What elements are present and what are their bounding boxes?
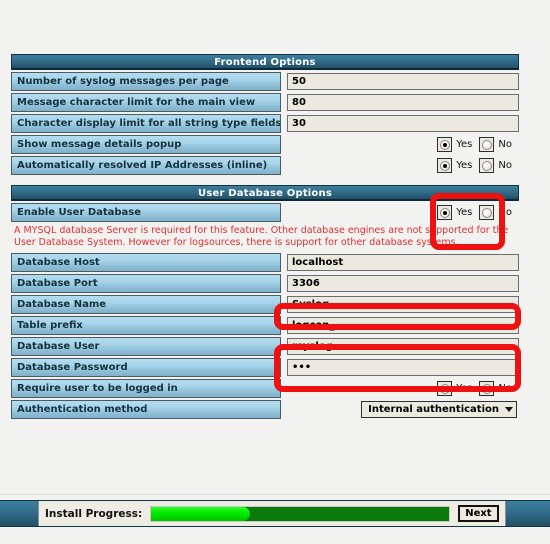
radio-label-yes: Yes	[456, 383, 473, 394]
install-progress-panel: Install Progress: Next	[38, 501, 506, 526]
row-string-display-limit: Character display limit for all string t…	[11, 114, 519, 133]
radio-auto-resolve-ip-yes[interactable]	[437, 158, 453, 173]
label-database-user: Database User	[11, 337, 281, 356]
input-database-name[interactable]	[287, 296, 519, 313]
value-database-port	[281, 274, 519, 293]
radio-enable-user-database-no[interactable]	[479, 205, 495, 220]
value-database-password	[281, 358, 519, 377]
row-database-port: Database Port	[11, 274, 519, 293]
radio-dot-icon	[439, 383, 450, 394]
row-require-login: Require user to be logged in Yes No	[11, 379, 519, 398]
radio-dot-icon	[481, 383, 492, 394]
radio-group-enable-user-database: Yes No	[287, 205, 519, 220]
input-database-user[interactable]	[287, 338, 519, 355]
radio-require-login-yes[interactable]	[437, 381, 453, 396]
input-database-port[interactable]	[287, 275, 519, 292]
install-progress-fill	[151, 506, 250, 521]
row-database-password: Database Password	[11, 358, 519, 377]
label-require-login: Require user to be logged in	[11, 379, 281, 398]
radio-dot-icon	[439, 160, 450, 171]
input-table-prefix[interactable]	[287, 317, 519, 334]
select-authentication-method-value: Internal authentication	[368, 404, 499, 415]
label-string-display-limit: Character display limit for all string t…	[11, 114, 281, 133]
radio-dot-icon	[481, 160, 492, 171]
value-messages-per-page	[281, 72, 519, 91]
value-enable-user-database: Yes No	[281, 203, 519, 222]
radio-group-show-message-details-popup: Yes No	[287, 137, 519, 152]
label-messages-per-page: Number of syslog messages per page	[11, 72, 281, 91]
row-database-user: Database User	[11, 337, 519, 356]
radio-require-login-no[interactable]	[479, 381, 495, 396]
value-require-login: Yes No	[281, 379, 519, 398]
radio-label-no: No	[498, 160, 512, 171]
options-form: Frontend Options Number of syslog messag…	[11, 54, 519, 421]
value-authentication-method: Internal authentication	[281, 400, 519, 419]
value-show-message-details-popup: Yes No	[281, 135, 519, 154]
select-wrap-authentication-method: Internal authentication	[287, 401, 519, 418]
input-string-display-limit[interactable]	[287, 115, 519, 132]
install-progress-bar	[150, 505, 451, 522]
label-message-character-limit: Message character limit for the main vie…	[11, 93, 281, 112]
row-messages-per-page: Number of syslog messages per page	[11, 72, 519, 91]
label-database-name: Database Name	[11, 295, 281, 314]
radio-label-yes: Yes	[456, 207, 473, 218]
installer-page: Frontend Options Number of syslog messag…	[0, 0, 550, 544]
value-database-host	[281, 253, 519, 272]
radio-enable-user-database-yes[interactable]	[437, 205, 453, 220]
radio-group-require-login: Yes No	[287, 381, 519, 396]
value-database-name	[281, 295, 519, 314]
label-show-message-details-popup: Show message details popup	[11, 135, 281, 154]
install-footer-bar: Install Progress: Next	[0, 500, 550, 527]
label-database-host: Database Host	[11, 253, 281, 272]
label-database-password: Database Password	[11, 358, 281, 377]
bottom-divider	[0, 494, 550, 495]
radio-label-yes: Yes	[456, 160, 473, 171]
row-authentication-method: Authentication method Internal authentic…	[11, 400, 519, 419]
row-show-message-details-popup: Show message details popup Yes No	[11, 135, 519, 154]
chevron-down-icon	[505, 407, 513, 412]
value-auto-resolve-ip: Yes No	[281, 156, 519, 175]
row-message-character-limit: Message character limit for the main vie…	[11, 93, 519, 112]
section-header-user-database-options: User Database Options	[11, 185, 519, 201]
value-database-user	[281, 337, 519, 356]
row-database-name: Database Name	[11, 295, 519, 314]
value-message-character-limit	[281, 93, 519, 112]
radio-label-yes: Yes	[456, 139, 473, 150]
radio-show-message-details-popup-yes[interactable]	[437, 137, 453, 152]
radio-auto-resolve-ip-no[interactable]	[479, 158, 495, 173]
value-table-prefix	[281, 316, 519, 335]
label-table-prefix: Table prefix	[11, 316, 281, 335]
mysql-requirement-note: A MYSQL database Server is required for …	[14, 225, 509, 248]
label-authentication-method: Authentication method	[11, 400, 281, 419]
radio-label-no: No	[498, 139, 512, 150]
radio-dot-icon	[439, 207, 450, 218]
next-button[interactable]: Next	[458, 505, 499, 522]
row-auto-resolve-ip: Automatically resolved IP Addresses (inl…	[11, 156, 519, 175]
label-auto-resolve-ip: Automatically resolved IP Addresses (inl…	[11, 156, 281, 175]
select-authentication-method[interactable]: Internal authentication	[361, 401, 517, 418]
input-database-host[interactable]	[287, 254, 519, 271]
radio-dot-icon	[439, 139, 450, 150]
install-progress-label: Install Progress:	[45, 507, 143, 520]
section-header-frontend-options: Frontend Options	[11, 54, 519, 70]
value-string-display-limit	[281, 114, 519, 133]
radio-dot-icon	[481, 207, 492, 218]
label-database-port: Database Port	[11, 274, 281, 293]
row-enable-user-database: Enable User Database Yes No	[11, 203, 519, 222]
radio-label-no: No	[498, 383, 512, 394]
radio-group-auto-resolve-ip: Yes No	[287, 158, 519, 173]
radio-show-message-details-popup-no[interactable]	[479, 137, 495, 152]
input-message-character-limit[interactable]	[287, 94, 519, 111]
row-table-prefix: Table prefix	[11, 316, 519, 335]
radio-dot-icon	[481, 139, 492, 150]
label-enable-user-database: Enable User Database	[11, 203, 281, 222]
radio-label-no: No	[498, 207, 512, 218]
row-database-host: Database Host	[11, 253, 519, 272]
input-messages-per-page[interactable]	[287, 73, 519, 90]
input-database-password[interactable]	[287, 359, 519, 376]
